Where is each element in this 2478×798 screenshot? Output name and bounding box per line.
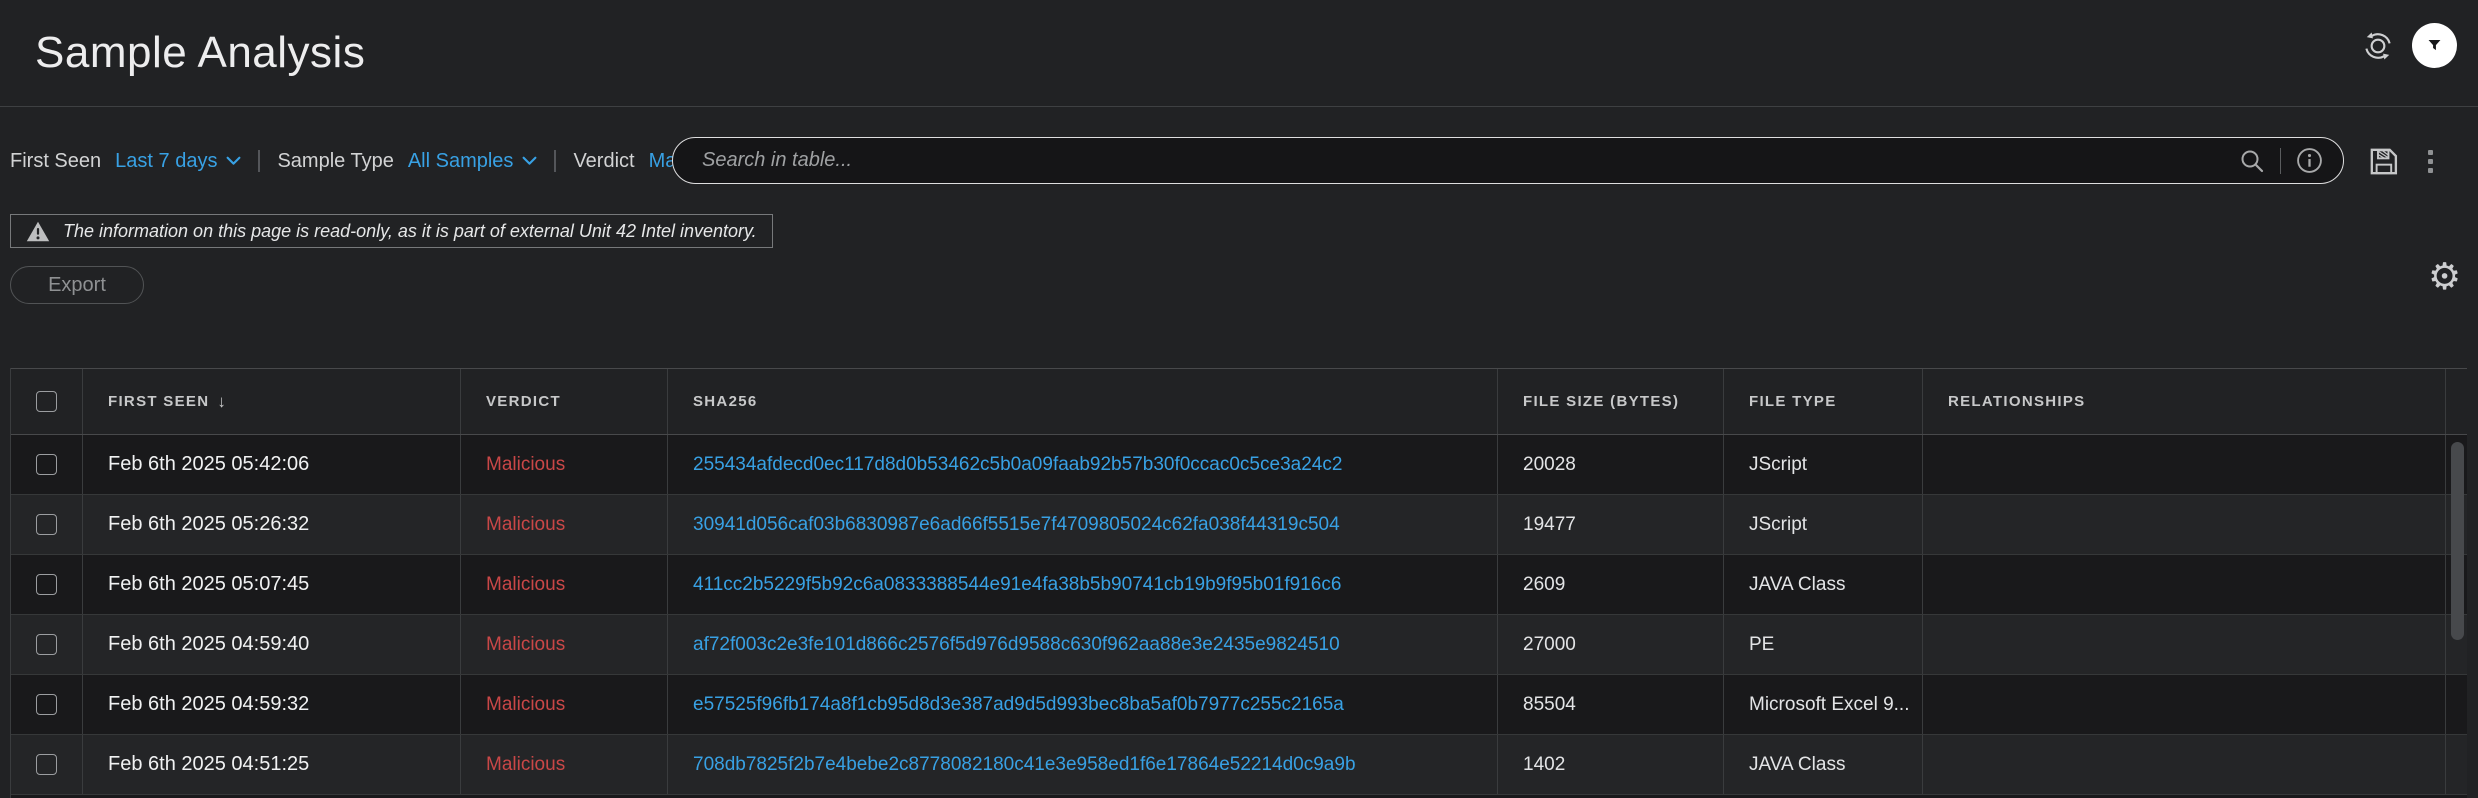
filter-value-sample-type[interactable]: All Samples (408, 150, 538, 173)
cell-relationships (1923, 735, 2446, 794)
row-checkbox[interactable] (36, 454, 57, 475)
samples-table: FIRST SEEN↓ VERDICT SHA256 FILE SIZE (BY… (10, 368, 2467, 798)
cell-file-size: 1402 (1498, 735, 1724, 794)
column-header-first-seen[interactable]: FIRST SEEN↓ (83, 369, 461, 434)
funnel-icon (2425, 36, 2444, 55)
refresh-icon[interactable] (2360, 28, 2396, 64)
table-row[interactable]: Feb 6th 2025 04:59:32 Malicious e57525f9… (11, 675, 2467, 735)
cell-verdict: Malicious (461, 735, 668, 794)
cell-relationships (1923, 675, 2446, 734)
cell-file-type: Microsoft Excel 9... (1724, 675, 1923, 734)
cell-first-seen: Feb 6th 2025 04:59:40 (83, 615, 461, 674)
cell-file-size: 27000 (1498, 615, 1724, 674)
cell-file-size: 20028 (1498, 435, 1724, 494)
save-icon[interactable] (2366, 144, 2400, 178)
readonly-notice-text: The information on this page is read-onl… (63, 221, 757, 242)
warning-icon (26, 221, 50, 242)
settings-icon[interactable]: ⚙ (2428, 258, 2461, 295)
table-body: Feb 6th 2025 05:42:06 Malicious 255434af… (11, 435, 2467, 798)
table-row[interactable]: Feb 6th 2025 05:07:45 Malicious 411cc2b5… (11, 555, 2467, 615)
spacer-cell (2446, 369, 2471, 434)
sha256-link[interactable]: e57525f96fb174a8f1cb95d8d3e387ad9d5d993b… (693, 694, 1344, 716)
cell-file-size: 85504 (1498, 675, 1724, 734)
sort-desc-icon: ↓ (217, 392, 227, 412)
cell-relationships (1923, 615, 2446, 674)
filter-label-verdict: Verdict (573, 150, 634, 173)
more-options-icon[interactable] (2424, 146, 2436, 176)
readonly-notice: The information on this page is read-onl… (10, 214, 773, 248)
sample-analysis-page: Sample Analysis First Seen Last 7 days S… (0, 0, 2478, 798)
filter-label-first-seen: First Seen (10, 150, 101, 173)
cell-first-seen: Feb 6th 2025 04:51:25 (83, 735, 461, 794)
cell-file-type: PE (1724, 615, 1923, 674)
table-row[interactable]: Feb 6th 2025 05:26:32 Malicious 30941d05… (11, 495, 2467, 555)
row-checkbox[interactable] (36, 694, 57, 715)
filter-label-sample-type: Sample Type (277, 150, 393, 173)
cell-file-type: JScript (1724, 435, 1923, 494)
sha256-link[interactable]: af72f003c2e3fe101d866c2576f5d976d9588c63… (693, 634, 1340, 656)
table-row[interactable]: Feb 6th 2025 05:42:06 Malicious 255434af… (11, 435, 2467, 495)
row-checkbox[interactable] (36, 754, 57, 775)
filter-separator (554, 150, 556, 172)
cell-verdict: Malicious (461, 435, 668, 494)
column-header-file-size[interactable]: FILE SIZE (BYTES) (1498, 369, 1724, 434)
chevron-down-icon (522, 156, 537, 166)
info-icon[interactable] (2296, 147, 2323, 174)
column-header-relationships[interactable]: RELATIONSHIPS (1923, 369, 2446, 434)
cell-relationships (1923, 495, 2446, 554)
cell-file-type: JAVA Class (1724, 735, 1923, 794)
select-all-checkbox[interactable] (36, 391, 57, 412)
search-input[interactable] (702, 149, 2239, 172)
row-checkbox[interactable] (36, 514, 57, 535)
cell-file-size: 19477 (1498, 495, 1724, 554)
cell-first-seen: Feb 6th 2025 05:07:45 (83, 555, 461, 614)
cell-verdict: Malicious (461, 555, 668, 614)
column-header-sha256[interactable]: SHA256 (668, 369, 1498, 434)
cell-relationships (1923, 435, 2446, 494)
vertical-scrollbar[interactable] (2451, 442, 2464, 640)
chevron-down-icon (226, 156, 241, 166)
cell-first-seen: Feb 6th 2025 04:59:32 (83, 675, 461, 734)
cell-verdict: Malicious (461, 615, 668, 674)
cell-verdict: Malicious (461, 675, 668, 734)
spacer-cell (2446, 675, 2471, 734)
row-checkbox[interactable] (36, 574, 57, 595)
cell-file-size: 2609 (1498, 555, 1724, 614)
search-bar (672, 137, 2344, 184)
pill-divider (2280, 148, 2281, 174)
sha256-link[interactable]: 708db7825f2b7e4bebe2c8778082180c41e3e958… (693, 754, 1356, 776)
table-row[interactable]: Feb 6th 2025 04:59:40 Malicious af72f003… (11, 615, 2467, 675)
column-header-verdict[interactable]: VERDICT (461, 369, 668, 434)
cell-file-type: JScript (1724, 495, 1923, 554)
sha256-link[interactable]: 255434afdecd0ec117d8d0b53462c5b0a09faab9… (693, 454, 1342, 476)
table-row[interactable]: Feb 6th 2025 04:51:25 Malicious 708db782… (11, 735, 2467, 795)
cell-verdict: Malicious (461, 495, 668, 554)
page-title: Sample Analysis (35, 28, 365, 78)
table-header-row: FIRST SEEN↓ VERDICT SHA256 FILE SIZE (BY… (11, 368, 2467, 435)
export-button[interactable]: Export (10, 266, 144, 304)
cell-first-seen: Feb 6th 2025 05:42:06 (83, 435, 461, 494)
avatar[interactable] (2412, 23, 2457, 68)
spacer-cell (2446, 735, 2471, 794)
sha256-link[interactable]: 411cc2b5229f5b92c6a0833388544e91e4fa38b5… (693, 574, 1341, 596)
search-icon[interactable] (2239, 148, 2265, 174)
top-bar: Sample Analysis (0, 0, 2478, 107)
sha256-link[interactable]: 30941d056caf03b6830987e6ad66f5515e7f4709… (693, 514, 1340, 536)
row-checkbox[interactable] (36, 634, 57, 655)
cell-file-type: JAVA Class (1724, 555, 1923, 614)
column-header-file-type[interactable]: FILE TYPE (1724, 369, 1923, 434)
filter-bar: First Seen Last 7 days Sample Type All S… (10, 138, 756, 184)
cell-relationships (1923, 555, 2446, 614)
cell-first-seen: Feb 6th 2025 05:26:32 (83, 495, 461, 554)
filter-value-first-seen[interactable]: Last 7 days (115, 150, 241, 173)
select-all-cell (11, 369, 83, 434)
filter-separator (258, 150, 260, 172)
